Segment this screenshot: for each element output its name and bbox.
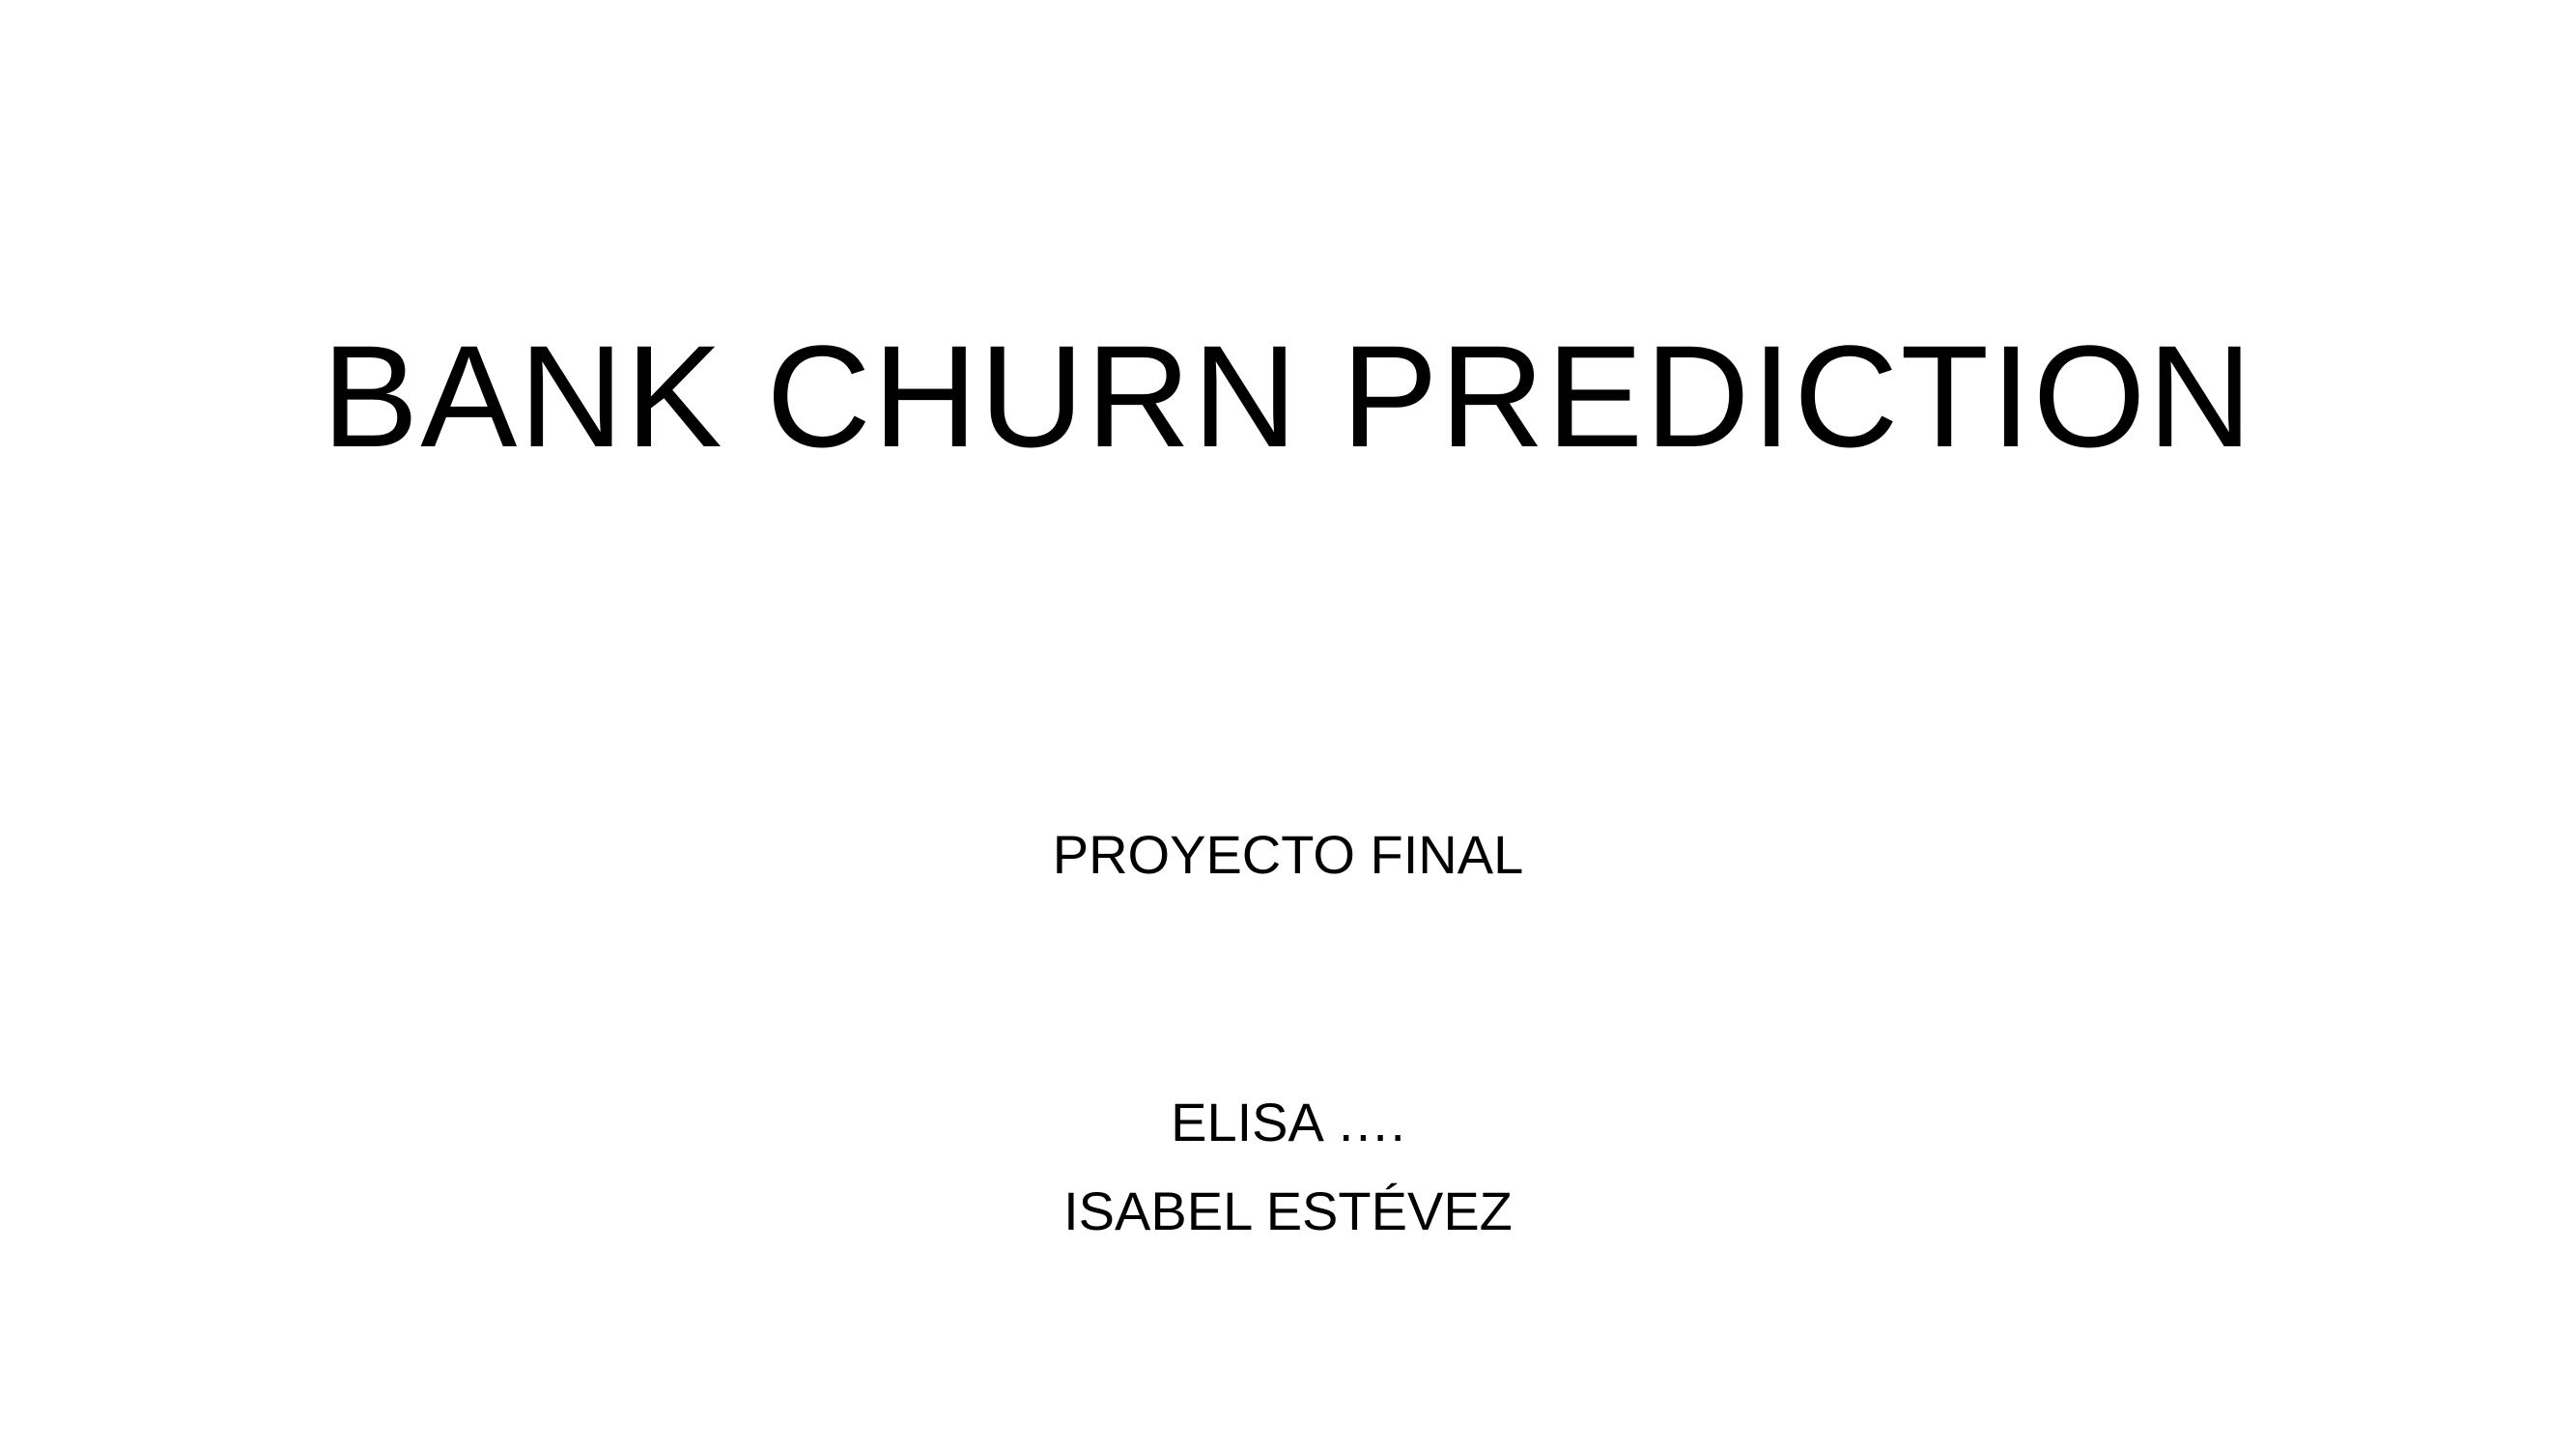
author-name: ELISA …. bbox=[1171, 1092, 1405, 1152]
slide-title: BANK CHURN PREDICTION bbox=[322, 315, 2254, 477]
slide-subtitle: PROYECTO FINAL bbox=[1052, 824, 1524, 885]
author-name: ISABEL ESTÉVEZ bbox=[1063, 1180, 1513, 1241]
authors-block: ELISA …. ISABEL ESTÉVEZ bbox=[0, 1078, 2576, 1256]
slide: BANK CHURN PREDICTION PROYECTO FINAL ELI… bbox=[0, 0, 2576, 1449]
